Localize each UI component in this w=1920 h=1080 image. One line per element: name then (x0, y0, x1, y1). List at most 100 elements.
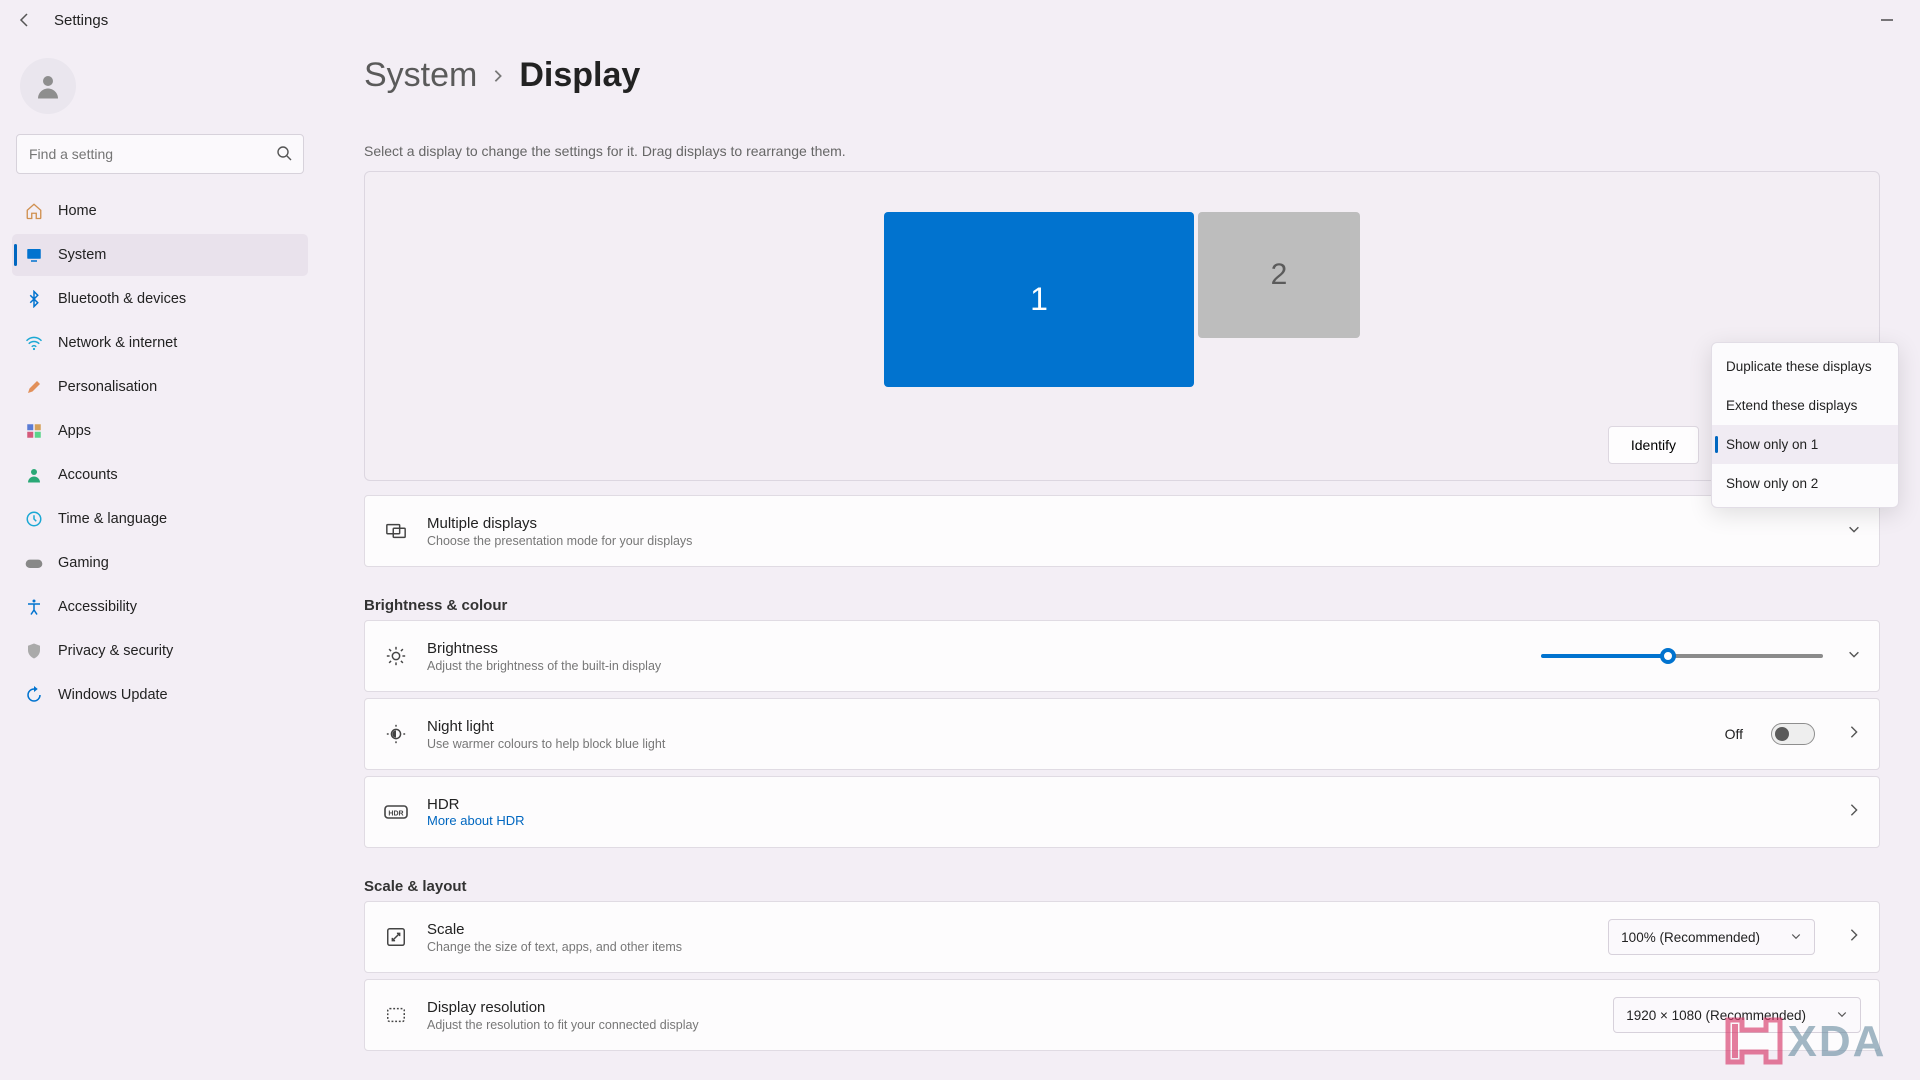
update-icon (24, 685, 44, 705)
sidebar-item-update[interactable]: Windows Update (12, 674, 308, 716)
arrangement-dropdown-menu: Duplicate these displays Extend these di… (1711, 342, 1899, 508)
minimize-button[interactable] (1878, 11, 1896, 29)
chevron-down-icon (1790, 930, 1802, 945)
search-icon (276, 145, 292, 166)
card-subtitle: Choose the presentation mode for your di… (427, 534, 1829, 548)
person-icon (24, 465, 44, 485)
window-title: Settings (54, 12, 108, 29)
brightness-icon (383, 643, 409, 669)
nav: Home System Bluetooth & devices Network … (10, 190, 310, 716)
home-icon (24, 201, 44, 221)
dropdown-option-duplicate[interactable]: Duplicate these displays (1712, 347, 1898, 386)
chevron-right-icon (1847, 725, 1861, 744)
card-subtitle: Change the size of text, apps, and other… (427, 940, 1590, 954)
dropdown-option-show2[interactable]: Show only on 2 (1712, 464, 1898, 503)
card-title: Scale (427, 921, 1590, 938)
sidebar-item-bluetooth[interactable]: Bluetooth & devices (12, 278, 308, 320)
dropdown-option-extend[interactable]: Extend these displays (1712, 386, 1898, 425)
search-wrap (16, 134, 304, 174)
nav-label: Apps (58, 423, 91, 439)
gamepad-icon (24, 553, 44, 573)
apps-icon (24, 421, 44, 441)
monitor-1[interactable]: 1 (884, 212, 1194, 387)
section-brightness-title: Brightness & colour (364, 597, 1880, 614)
card-title: Night light (427, 718, 1707, 735)
nightlight-toggle[interactable] (1771, 723, 1815, 745)
sidebar-item-system[interactable]: System (12, 234, 308, 276)
system-icon (24, 245, 44, 265)
sidebar-item-accounts[interactable]: Accounts (12, 454, 308, 496)
brightness-card[interactable]: Brightness Adjust the brightness of the … (364, 620, 1880, 692)
nav-label: Network & internet (58, 335, 177, 351)
bluetooth-icon (24, 289, 44, 309)
nav-label: Accessibility (58, 599, 137, 615)
nav-label: Home (58, 203, 97, 219)
scale-card[interactable]: Scale Change the size of text, apps, and… (364, 901, 1880, 973)
card-title: Display resolution (427, 999, 1595, 1016)
sidebar-item-accessibility[interactable]: Accessibility (12, 586, 308, 628)
resolution-icon (383, 1002, 409, 1028)
resolution-card[interactable]: Display resolution Adjust the resolution… (364, 979, 1880, 1051)
nav-label: Gaming (58, 555, 109, 571)
card-title: Multiple displays (427, 515, 1829, 532)
accessibility-icon (24, 597, 44, 617)
clock-icon (24, 509, 44, 529)
scale-select[interactable]: 100% (Recommended) (1608, 919, 1815, 955)
chevron-down-icon (1847, 522, 1861, 541)
slider-thumb[interactable] (1660, 648, 1676, 664)
sidebar-item-privacy[interactable]: Privacy & security (12, 630, 308, 672)
watermark-logo: XDA (1722, 1010, 1910, 1072)
card-subtitle: Adjust the resolution to fit your connec… (427, 1018, 1595, 1032)
avatar[interactable] (20, 58, 76, 114)
hdr-icon: HDR (383, 799, 409, 825)
select-value: 100% (Recommended) (1621, 930, 1760, 945)
content: System Display Select a display to chang… (320, 40, 1920, 1080)
svg-text:XDA: XDA (1788, 1017, 1887, 1066)
arrow-left-icon (17, 12, 33, 28)
sidebar: Home System Bluetooth & devices Network … (0, 40, 320, 1080)
hdr-card[interactable]: HDR HDR More about HDR (364, 776, 1880, 848)
toggle-state: Off (1725, 726, 1743, 742)
card-subtitle: Adjust the brightness of the built-in di… (427, 659, 1523, 673)
section-scale-title: Scale & layout (364, 878, 1880, 895)
breadcrumb: System Display (364, 56, 1880, 95)
hdr-link[interactable]: More about HDR (427, 813, 1829, 828)
card-subtitle: Use warmer colours to help block blue li… (427, 737, 1707, 751)
nav-label: Accounts (58, 467, 118, 483)
sidebar-item-apps[interactable]: Apps (12, 410, 308, 452)
breadcrumb-current: Display (519, 56, 640, 95)
search-input[interactable] (16, 134, 304, 174)
nav-label: System (58, 247, 106, 263)
identify-button[interactable]: Identify (1608, 426, 1699, 464)
sidebar-item-personalisation[interactable]: Personalisation (12, 366, 308, 408)
nav-label: Bluetooth & devices (58, 291, 186, 307)
user-icon (33, 71, 63, 101)
nightlight-icon (383, 721, 409, 747)
card-title: HDR (427, 796, 1829, 813)
chevron-right-icon (491, 69, 505, 83)
nav-label: Time & language (58, 511, 167, 527)
svg-text:HDR: HDR (388, 811, 403, 818)
chevron-right-icon (1847, 803, 1861, 822)
multiple-displays-icon (383, 518, 409, 544)
sidebar-item-time[interactable]: Time & language (12, 498, 308, 540)
shield-icon (24, 641, 44, 661)
monitor-2[interactable]: 2 (1198, 212, 1360, 338)
nightlight-card[interactable]: Night light Use warmer colours to help b… (364, 698, 1880, 770)
sidebar-item-home[interactable]: Home (12, 190, 308, 232)
brightness-slider[interactable] (1541, 654, 1823, 658)
sidebar-item-gaming[interactable]: Gaming (12, 542, 308, 584)
display-arrangement-box: 1 2 Identify Duplicate these displays Ex… (364, 171, 1880, 481)
titlebar: Settings (0, 0, 1920, 40)
nav-label: Windows Update (58, 687, 168, 703)
back-button[interactable] (14, 9, 36, 31)
wifi-icon (24, 333, 44, 353)
chevron-down-icon (1847, 647, 1861, 666)
breadcrumb-parent[interactable]: System (364, 56, 477, 95)
multiple-displays-card[interactable]: Multiple displays Choose the presentatio… (364, 495, 1880, 567)
sidebar-item-network[interactable]: Network & internet (12, 322, 308, 364)
brush-icon (24, 377, 44, 397)
dropdown-option-show1[interactable]: Show only on 1 (1712, 425, 1898, 464)
scale-icon (383, 924, 409, 950)
card-title: Brightness (427, 640, 1523, 657)
